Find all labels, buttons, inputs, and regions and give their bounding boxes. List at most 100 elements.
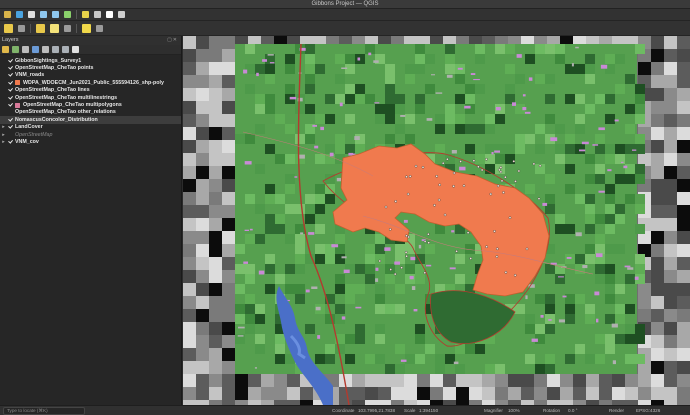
landcover-tile: [335, 284, 345, 294]
open-project-icon[interactable]: [16, 11, 23, 18]
measure-icon[interactable]: [106, 11, 113, 18]
landcover-tile: [595, 134, 605, 144]
rotation-value[interactable]: 0.0 °: [568, 408, 578, 413]
grey-tile: [222, 166, 235, 179]
edit-layer-icon[interactable]: [36, 23, 45, 33]
landcover-tile: [535, 84, 545, 94]
layer-visibility-checkbox[interactable]: [7, 87, 13, 93]
filter-dropdown-icon[interactable]: [42, 46, 49, 53]
pan-map-icon[interactable]: [28, 11, 35, 18]
layer-visibility-checkbox[interactable]: [7, 65, 13, 71]
scale-value[interactable]: 1:394150: [419, 408, 438, 413]
expand-arrow-icon[interactable]: ▸: [0, 139, 7, 145]
add-group-icon[interactable]: [12, 46, 19, 53]
layer-row[interactable]: ▸ OpenStreetMap: [0, 131, 181, 138]
dropdown-icon[interactable]: [18, 24, 25, 32]
landcover-tile: [255, 314, 265, 324]
landcover-tile: [545, 114, 555, 124]
grey-tile: [196, 36, 209, 49]
landcover-tile: [435, 364, 445, 374]
landcover-tile: [625, 334, 635, 344]
layer-row[interactable]: WDPA_WDOECM_Jun2021_Public_555594126_shp…: [0, 79, 181, 86]
remove-layer-icon[interactable]: [72, 46, 79, 53]
visibility-icon[interactable]: [22, 46, 29, 53]
landcover-tile: [535, 144, 545, 154]
landcover-tile: [455, 114, 465, 124]
layer-visibility-checkbox[interactable]: [7, 139, 13, 145]
dropdown-icon[interactable]: [64, 24, 71, 32]
layer-visibility-checkbox[interactable]: [7, 72, 13, 78]
map-canvas[interactable]: [183, 36, 690, 405]
grey-tile: [222, 192, 235, 205]
landcover-tile: [335, 54, 345, 64]
layer-row[interactable]: OpenStreetMap_CheTao points: [0, 64, 181, 71]
new-layer-icon[interactable]: [4, 23, 13, 33]
landcover-tile: [575, 194, 585, 204]
layer-visibility-checkbox[interactable]: [7, 124, 13, 130]
landcover-tile: [605, 194, 615, 204]
layer-visibility-checkbox[interactable]: [7, 102, 13, 108]
layer-name: OpenStreetMap_CheTao multipolygons: [23, 102, 122, 109]
map-render[interactable]: [183, 36, 690, 405]
layer-row[interactable]: ▸ LandCover: [0, 124, 181, 131]
layer-visibility-checkbox[interactable]: [7, 58, 13, 64]
new-project-icon[interactable]: [4, 11, 11, 18]
landcover-tile: [565, 314, 575, 324]
expand-all-icon[interactable]: [52, 46, 59, 53]
layer-row[interactable]: GibbonSightings_Survey1: [0, 57, 181, 64]
grey-tile: [183, 270, 196, 283]
landcover-tile: [365, 94, 375, 104]
landcover-tile: [245, 264, 255, 274]
layer-row[interactable]: OpenStreetMap_CheTao multilinestrings: [0, 94, 181, 101]
layer-row[interactable]: OpenStreetMap_CheTao lines: [0, 87, 181, 94]
grey-tile: [404, 387, 417, 400]
layer-visibility-checkbox[interactable]: [7, 80, 13, 86]
open-styling-icon[interactable]: [2, 46, 9, 53]
layer-row[interactable]: OpenStreetMap_CheTao other_relations: [0, 109, 181, 116]
annotation-icon[interactable]: [118, 11, 125, 18]
grey-tile: [196, 62, 209, 75]
landcover-tile: [575, 94, 585, 104]
urban-patch: [317, 335, 321, 339]
sighting-point: [435, 174, 438, 178]
landcover-tile: [455, 364, 465, 374]
layer-row[interactable]: NomascusConcolor_Distribution: [0, 116, 181, 124]
urban-patch: [409, 275, 414, 280]
coordinate-value[interactable]: 103.7995,21.7838: [358, 408, 395, 413]
dropdown-icon[interactable]: [96, 24, 103, 32]
grey-tile: [677, 36, 690, 49]
layer-visibility-checkbox[interactable]: [7, 95, 13, 101]
landcover-tile: [245, 234, 255, 244]
panel-controls[interactable]: ▢✕: [167, 37, 178, 43]
layer-row[interactable]: OpenStreetMap_CheTao multipolygons: [0, 101, 181, 108]
locate-search-input[interactable]: Type to locate (⌘K): [3, 407, 85, 415]
identify-icon[interactable]: [94, 11, 101, 18]
label-tool-icon[interactable]: [82, 23, 91, 33]
landcover-tile: [245, 84, 255, 94]
landcover-tile: [385, 94, 395, 104]
landcover-tile: [425, 344, 435, 354]
zoom-full-icon[interactable]: [64, 11, 71, 18]
grey-tile: [664, 62, 677, 75]
select-features-icon[interactable]: [82, 11, 89, 18]
expand-arrow-icon[interactable]: ▸: [0, 124, 7, 130]
layer-row[interactable]: ▸ VNM_cov: [0, 138, 181, 145]
zoom-out-icon[interactable]: [52, 11, 59, 18]
filter-icon[interactable]: [32, 46, 39, 53]
magnifier-value[interactable]: 100%: [508, 408, 520, 413]
zoom-in-icon[interactable]: [40, 11, 47, 18]
add-feature-icon[interactable]: [50, 23, 59, 33]
grey-tile: [183, 36, 196, 49]
grey-tile: [417, 387, 430, 400]
sighting-point: [462, 184, 466, 187]
expand-arrow-icon[interactable]: ▸: [0, 132, 7, 138]
layer-row[interactable]: VNM_roads: [0, 72, 181, 79]
landcover-tile: [435, 114, 445, 124]
layer-visibility-checkbox[interactable]: [7, 117, 13, 123]
grey-tile: [651, 114, 664, 127]
grey-tile: [677, 361, 690, 374]
collapse-all-icon[interactable]: [62, 46, 69, 53]
landcover-tile: [375, 284, 385, 294]
crs-value[interactable]: EPSG:4326: [636, 408, 660, 413]
render-label[interactable]: Render: [609, 408, 624, 413]
